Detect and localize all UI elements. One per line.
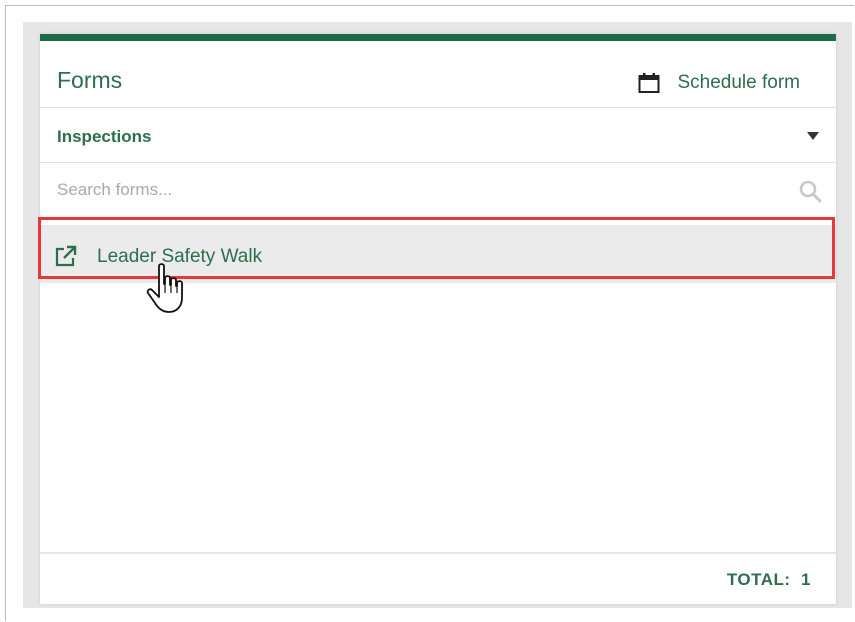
- search-row: [40, 163, 836, 217]
- panel-footer: TOTAL: 1: [40, 552, 836, 604]
- caret-down-icon: [807, 132, 819, 140]
- hand-pointer-cursor: [146, 263, 183, 313]
- search-icon[interactable]: [798, 179, 822, 203]
- category-select[interactable]: Inspections: [40, 108, 836, 163]
- forms-panel: Forms Schedule form Inspections Leader S: [40, 34, 836, 604]
- schedule-form-label: Schedule form: [677, 72, 800, 93]
- total-label: TOTAL:: [726, 570, 791, 589]
- search-input[interactable]: [57, 173, 777, 207]
- panel-header: Forms Schedule form: [40, 41, 836, 108]
- schedule-form-button[interactable]: Schedule form: [638, 72, 800, 94]
- total-count: TOTAL: 1: [727, 570, 811, 590]
- calendar-icon: [638, 73, 660, 93]
- panel-title: Forms: [57, 67, 123, 93]
- category-selected-value: Inspections: [57, 127, 152, 146]
- total-value: 1: [801, 570, 811, 589]
